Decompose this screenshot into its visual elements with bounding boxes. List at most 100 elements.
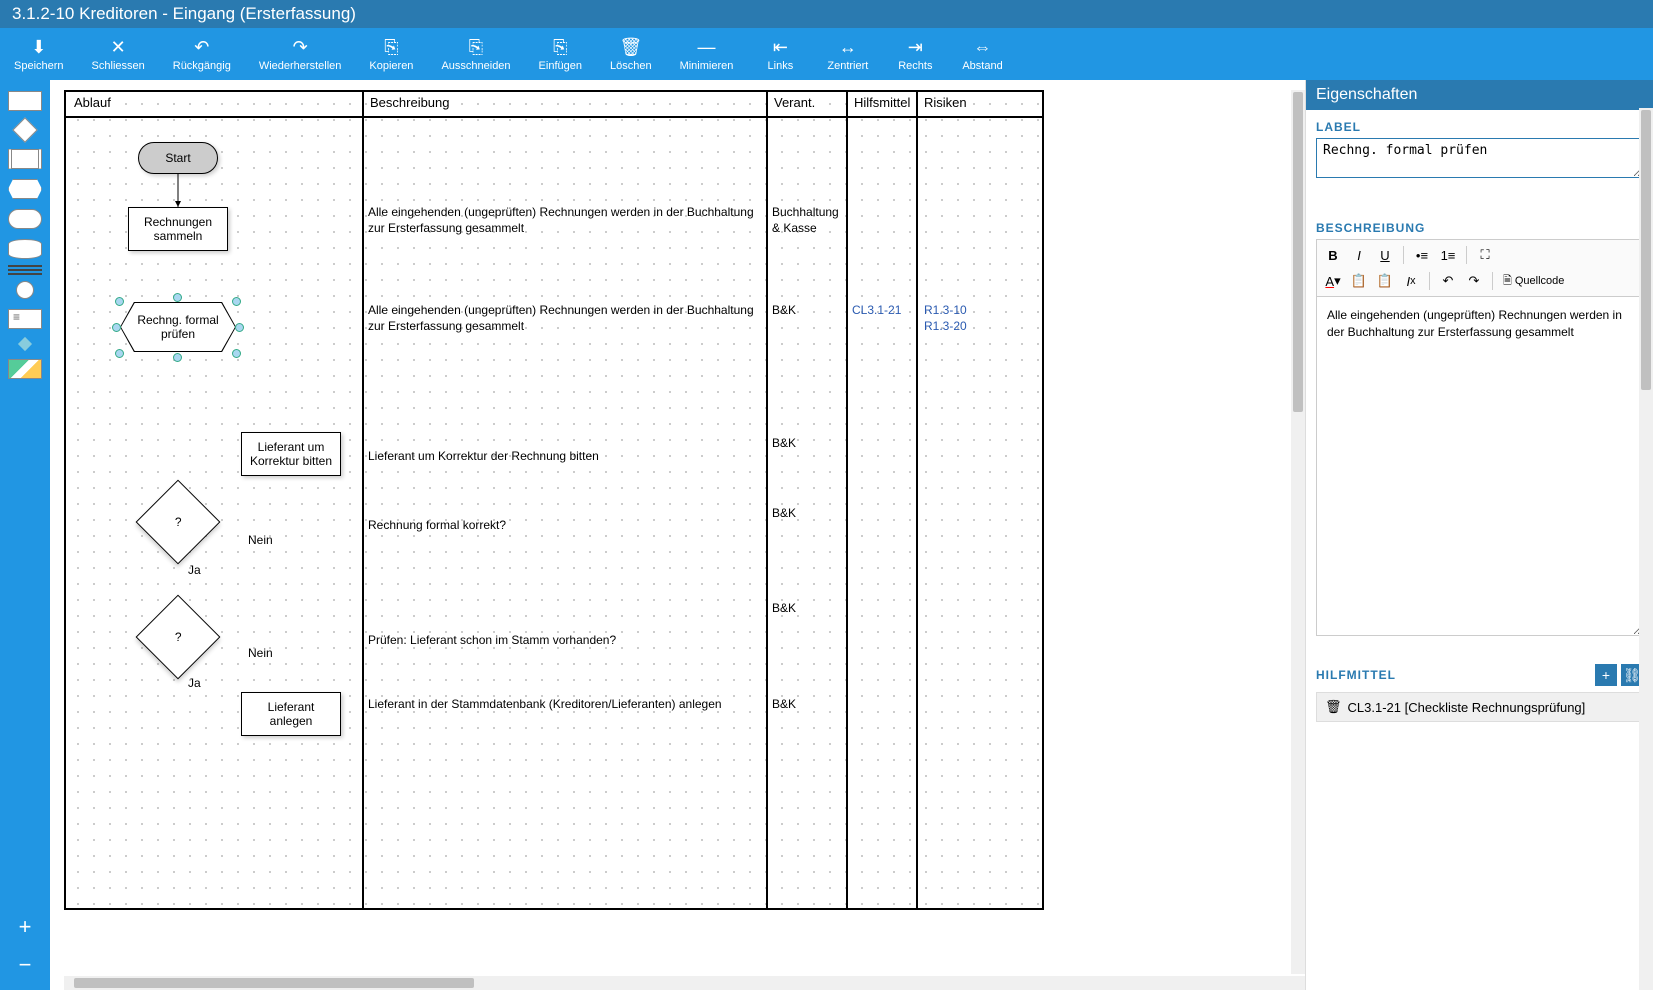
zoom-in-button[interactable]: + — [6, 912, 44, 942]
palette-rect[interactable] — [8, 91, 42, 111]
copy-button[interactable]: ⎘Kopieren — [355, 32, 427, 76]
distribute-icon: ⇔ — [974, 36, 992, 58]
palette-image[interactable] — [8, 359, 42, 379]
sel-handle-n[interactable] — [173, 293, 182, 302]
close-icon: ✕ — [111, 36, 126, 58]
align-left-button[interactable]: ⇤Links — [747, 32, 813, 76]
rte-toolbar: B I U •≡ 1≡ ⛶ A▾ 📋 📋 Ix ↶ ↷ 🗎Quellcode — [1316, 239, 1643, 296]
window-title-bar: 3.1.2-10 Kreditoren - Eingang (Ersterfas… — [0, 0, 1653, 28]
palette-rounded[interactable] — [8, 209, 42, 229]
sel-handle-e[interactable] — [235, 323, 244, 332]
verant-row1: Buchhaltung & Kasse — [772, 204, 842, 236]
palette-connector[interactable] — [18, 337, 32, 351]
sel-handle-s[interactable] — [173, 353, 182, 362]
verant-row4: B&K — [772, 505, 796, 521]
undo-icon: ↶ — [194, 36, 209, 58]
rte-numbered-button[interactable]: 1≡ — [1436, 244, 1460, 266]
desc-row2: Alle eingehenden (ungeprüften) Rechnunge… — [368, 302, 758, 334]
header-hilfsmittel: Hilfsmittel — [852, 95, 912, 110]
node-korrektur[interactable]: Lieferant um Korrektur bitten — [241, 432, 341, 476]
flowchart-canvas[interactable]: Ablauf Beschreibung Verant. Hilfsmittel … — [64, 90, 1044, 910]
label-field-header: Label — [1316, 120, 1643, 134]
label-nein-1: Nein — [248, 532, 273, 548]
desc-decision1: Rechnung formal korrekt? — [368, 517, 758, 533]
zoom-out-button[interactable]: − — [6, 950, 44, 980]
node-rechnungen-sammeln[interactable]: Rechnungen sammeln — [128, 207, 228, 251]
header-beschreibung: Beschreibung — [368, 95, 452, 110]
align-left-icon: ⇤ — [773, 36, 788, 58]
palette-hexagon[interactable] — [8, 179, 42, 199]
source-icon: 🗎 — [1503, 272, 1512, 291]
hilfmittel-header: Hilfmittel — [1316, 668, 1396, 682]
sel-handle-w[interactable] — [112, 323, 121, 332]
main-toolbar: ⬇Speichern ✕Schliessen ↶Rückgängig ↷Wied… — [0, 28, 1653, 80]
shape-palette: + − — [0, 80, 50, 990]
align-center-button[interactable]: ↔Zentriert — [813, 32, 882, 76]
palette-subprocess[interactable] — [8, 149, 42, 169]
rte-paste-button[interactable]: 📋 — [1373, 270, 1397, 292]
panel-vscroll[interactable] — [1639, 108, 1653, 990]
hilf-row2[interactable]: CL3.1-21 — [852, 302, 901, 318]
rte-italic-button[interactable]: I — [1347, 244, 1371, 266]
distribute-button[interactable]: ⇔Abstand — [948, 32, 1016, 76]
rte-copy-button[interactable]: 📋 — [1347, 270, 1371, 292]
align-center-icon: ↔ — [839, 36, 857, 58]
desc-row1: Alle eingehenden (ungeprüften) Rechnunge… — [368, 204, 758, 236]
canvas-hscroll[interactable] — [64, 976, 1305, 990]
label-ja-2: Ja — [188, 675, 201, 691]
verant-row6: B&K — [772, 696, 796, 712]
rte-bold-button[interactable]: B — [1321, 244, 1345, 266]
canvas-scroll[interactable]: Ablauf Beschreibung Verant. Hilfsmittel … — [50, 80, 1305, 910]
palette-textbox[interactable] — [8, 309, 42, 329]
undo-button[interactable]: ↶Rückgängig — [159, 32, 245, 76]
delete-button[interactable]: 🗑Löschen — [596, 32, 666, 76]
save-icon: ⬇ — [31, 36, 46, 58]
sel-handle-ne[interactable] — [232, 297, 241, 306]
rte-source-button[interactable]: 🗎Quellcode — [1499, 272, 1568, 291]
palette-line[interactable] — [8, 269, 42, 271]
rte-removeformat-button[interactable]: Ix — [1399, 270, 1423, 292]
redo-button[interactable]: ↷Wiederherstellen — [245, 32, 356, 76]
sel-handle-nw[interactable] — [115, 297, 124, 306]
verant-row2: B&K — [772, 302, 796, 318]
cut-button[interactable]: ⎘Ausschneiden — [427, 32, 524, 76]
rte-undo-button[interactable]: ↶ — [1436, 270, 1460, 292]
risk-row2a[interactable]: R1.3-10 — [924, 302, 967, 318]
minimize-icon: — — [697, 36, 715, 58]
label-input[interactable] — [1316, 138, 1643, 178]
canvas-vscroll[interactable] — [1291, 90, 1305, 974]
beschreibung-editor[interactable]: Alle eingehenden (ungeprüften) Rechnunge… — [1316, 296, 1643, 636]
close-button[interactable]: ✕Schliessen — [78, 32, 159, 76]
rte-redo-button[interactable]: ↷ — [1462, 270, 1486, 292]
header-ablauf: Ablauf — [72, 95, 113, 110]
delete-icon[interactable]: 🗑 — [1325, 699, 1342, 715]
desc-row3: Lieferant um Korrektur der Rechnung bitt… — [368, 448, 758, 464]
label-ja-1: Ja — [188, 562, 201, 578]
rte-bullets-button[interactable]: •≡ — [1410, 244, 1434, 266]
redo-icon: ↷ — [293, 36, 308, 58]
properties-title: Eigenschaften — [1306, 80, 1653, 110]
palette-cylinder[interactable] — [8, 239, 42, 259]
hilfmittel-item[interactable]: 🗑 CL3.1-21 [Checkliste Rechnungsprüfung] — [1316, 692, 1643, 722]
node-anlegen[interactable]: Lieferant anlegen — [241, 692, 341, 736]
label-nein-2: Nein — [248, 645, 273, 661]
hilfmittel-add-button[interactable]: + — [1595, 664, 1617, 686]
save-button[interactable]: ⬇Speichern — [0, 32, 78, 76]
sel-handle-se[interactable] — [232, 349, 241, 358]
node-formal-pruefen[interactable]: Rechng. formal prüfen — [121, 303, 235, 351]
risk-row2b[interactable]: R1.3-20 — [924, 318, 967, 334]
verant-row5: B&K — [772, 600, 796, 616]
rte-underline-button[interactable]: U — [1373, 244, 1397, 266]
rte-maximize-button[interactable]: ⛶ — [1473, 244, 1497, 266]
minimize-button[interactable]: —Minimieren — [666, 32, 748, 76]
node-start[interactable]: Start — [138, 142, 218, 174]
paste-icon: ⎘ — [553, 36, 567, 58]
palette-circle[interactable] — [16, 281, 34, 299]
rte-textcolor-button[interactable]: A▾ — [1321, 270, 1345, 292]
sel-handle-sw[interactable] — [115, 349, 124, 358]
align-right-button[interactable]: ⇥Rechts — [882, 32, 948, 76]
palette-diamond[interactable] — [12, 117, 37, 142]
delete-icon: 🗑 — [619, 36, 642, 58]
paste-button[interactable]: ⎘Einfügen — [525, 32, 596, 76]
window-title: 3.1.2-10 Kreditoren - Eingang (Ersterfas… — [12, 4, 356, 24]
